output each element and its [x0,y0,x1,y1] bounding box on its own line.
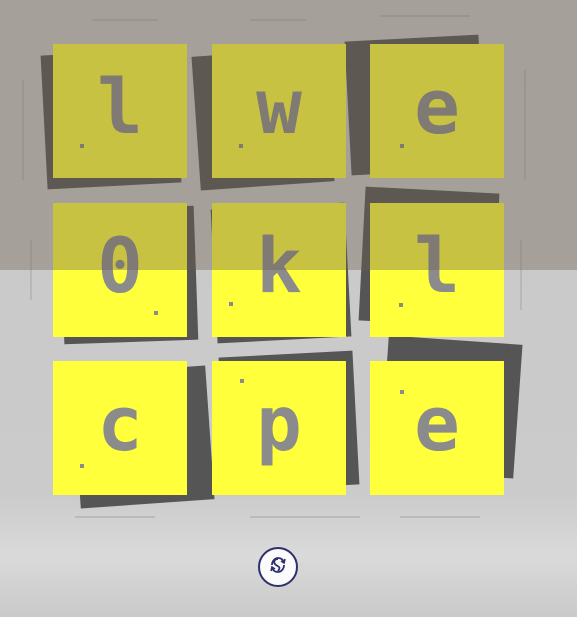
tile-dot [229,302,233,306]
tile-letter: p [256,379,302,468]
tile-letter: l [414,221,460,310]
tile-letter: l [97,62,143,151]
letter-tile[interactable]: k [212,203,346,337]
frame-line [400,516,480,518]
frame-line [75,516,155,518]
frame-line [30,240,32,300]
letter-tile[interactable]: w [212,44,346,178]
tile-letter: w [256,62,302,151]
letter-tile[interactable]: p [212,361,346,495]
frame-line [524,70,526,180]
tile-dot [80,464,84,468]
tile-dot [400,144,404,148]
tile-dot [240,379,244,383]
frame-line [380,15,470,17]
frame-line [92,19,158,21]
letter-tile[interactable]: l [53,44,187,178]
tile-dot [80,144,84,148]
tile-dot [399,303,403,307]
frame-line [520,240,522,310]
frame-line [250,516,360,518]
tile-letter: e [414,379,460,468]
shuffle-button[interactable] [258,547,298,587]
letter-tile[interactable]: e [370,361,504,495]
frame-line [250,19,306,21]
tile-letter: 0 [97,221,143,310]
tile-dot [400,390,404,394]
letter-tile[interactable]: e [370,44,504,178]
tile-dot [239,144,243,148]
tile-letter: c [97,379,143,468]
letter-tile[interactable]: c [53,361,187,495]
letter-tile[interactable]: 0 [53,203,187,337]
tile-letter: k [256,221,302,310]
tile-dot [154,311,158,315]
frame-line [22,80,24,180]
tile-letter: e [414,62,460,151]
letter-tile[interactable]: l [370,203,504,337]
shuffle-icon [265,552,291,582]
